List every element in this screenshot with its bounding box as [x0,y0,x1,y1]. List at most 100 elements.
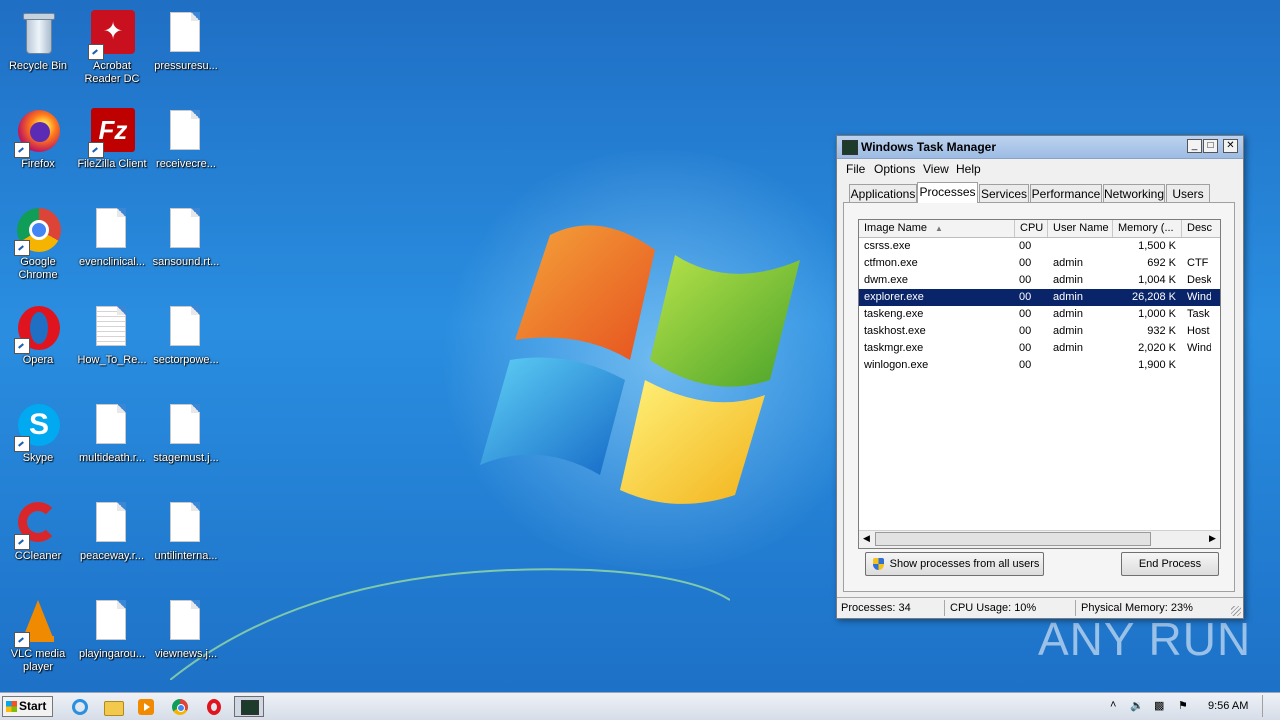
table-row[interactable]: taskhost.exe 00 admin 932 K Host [859,323,1220,340]
cell-cpu: 00 [1019,240,1032,252]
desktop-icon-label: Acrobat Reader DC [84,60,140,85]
taskbar: Start ˄ 🔉 ▩ ⚑ 9:56 AM [0,692,1280,720]
desktop-icon-viewnews[interactable]: viewnews.j... [148,594,224,686]
tab-users[interactable]: Users [1166,184,1210,202]
table-row[interactable]: winlogon.exe 00 1,900 K [859,357,1220,374]
uac-shield-icon [873,558,884,570]
resize-grip-icon[interactable] [1231,606,1241,616]
desktop-icon-label: Opera [22,354,54,366]
tray-overflow-chevron-icon[interactable]: ˄ [1110,699,1116,711]
start-button[interactable]: Start [2,696,53,717]
cell-image-name: taskeng.exe [864,308,924,320]
desktop-icon-stagemust[interactable]: stagemust.j... [148,398,224,490]
table-row[interactable]: taskeng.exe 00 admin 1,000 K Task [859,306,1220,323]
title-bar[interactable]: Windows Task Manager _ □ ✕ [837,136,1243,159]
tab-applications[interactable]: Applications [849,184,917,202]
column-header-cpu[interactable]: CPU [1015,220,1048,237]
scroll-right-arrow-icon[interactable]: ▶ [1209,533,1216,544]
desktop-icon-label: CCleaner [14,550,62,562]
close-button[interactable]: ✕ [1223,139,1238,153]
column-header-image-name[interactable]: Image Name ▲ [859,220,1015,237]
task-manager-window[interactable]: Windows Task Manager _ □ ✕ File Options … [836,135,1244,619]
media-player-icon[interactable] [134,696,158,717]
menu-help[interactable]: Help [956,162,981,176]
tab-networking[interactable]: Networking [1103,184,1165,202]
desktop-icon-how-to-re[interactable]: How_To_Re... [74,300,150,392]
scroll-left-arrow-icon[interactable]: ◀ [863,533,870,544]
status-physical-memory: Physical Memory: 23% [1081,602,1193,614]
show-desktop-button[interactable] [1262,695,1277,717]
desktop-icon-chrome[interactable]: Google Chrome [0,202,76,294]
desktop-icon-label: sectorpowe... [153,354,219,366]
cell-description: Wind [1187,291,1211,303]
table-row-selected[interactable]: explorer.exe 00 admin 26,208 K Wind [859,289,1220,306]
desktop-icon-sansound[interactable]: sansound.rt... [148,202,224,294]
status-cpu-usage: CPU Usage: 10% [946,600,1076,616]
desktop-icon-evenclinical[interactable]: evenclinical... [74,202,150,294]
document-icon [162,206,210,254]
process-list[interactable]: Image Name ▲ CPU User Name Memory (... D… [858,219,1221,549]
menu-view[interactable]: View [923,162,949,176]
tab-performance[interactable]: Performance [1030,184,1102,202]
table-row[interactable]: ctfmon.exe 00 admin 692 K CTF I [859,255,1220,272]
desktop-icon-untilinterna[interactable]: untilinterna... [148,496,224,588]
windows-flag-icon [6,701,17,712]
end-process-button[interactable]: End Process [1121,552,1219,576]
desktop-icon-label: peaceway.r... [80,550,144,562]
desktop-icon-vlc[interactable]: VLC media player [0,594,76,686]
show-all-processes-button[interactable]: Show processes from all users [865,552,1044,576]
desktop-icon-pressuresu[interactable]: pressuresu... [148,6,224,98]
menu-options[interactable]: Options [874,162,915,176]
desktop-icon-label: multideath.r... [78,452,146,464]
anyrun-watermark: ANY RUN [1038,613,1252,665]
table-row[interactable]: taskmgr.exe 00 admin 2,020 K Wind [859,340,1220,357]
scroll-thumb[interactable] [875,532,1151,546]
column-header-description[interactable]: Desc [1182,220,1220,237]
desktop-icon-receivecre[interactable]: receivecre... [148,104,224,196]
horizontal-scrollbar[interactable]: ◀ ▶ [859,530,1220,548]
desktop-icon-filezilla[interactable]: Fz FileZilla Client [74,104,150,196]
cell-image-name: dwm.exe [864,274,909,286]
tab-services[interactable]: Services [979,184,1029,202]
desktop-icon-playingarou[interactable]: playingarou... [74,594,150,686]
desktop-icon-label: VLC media player [10,648,66,673]
cell-cpu: 00 [1019,342,1032,354]
sort-ascending-icon: ▲ [935,224,943,233]
cell-image-name: winlogon.exe [864,359,929,371]
maximize-button[interactable]: □ [1203,139,1218,153]
chrome-icon[interactable] [168,696,192,717]
menu-file[interactable]: File [846,162,865,176]
column-header-user-name[interactable]: User Name [1048,220,1113,237]
internet-explorer-icon[interactable] [68,696,92,717]
minimize-button[interactable]: _ [1187,139,1202,153]
recycle-bin-icon [14,10,62,58]
cell-memory: 1,000 K [1138,308,1176,320]
explorer-folder-icon[interactable] [101,696,125,717]
desktop-icon-sectorpowe[interactable]: sectorpowe... [148,300,224,392]
start-label: Start [19,699,47,713]
desktop-icon-acrobat[interactable]: ✦ Acrobat Reader DC [74,6,150,98]
table-row[interactable]: dwm.exe 00 admin 1,004 K Desk [859,272,1220,289]
desktop-icon-ccleaner[interactable]: CCleaner [0,496,76,588]
table-row[interactable]: csrss.exe 00 1,500 K [859,238,1220,255]
desktop-icon-recycle-bin[interactable]: Recycle Bin [0,6,76,98]
desktop-icon-firefox[interactable]: Firefox [0,104,76,196]
desktop-icon-skype[interactable]: S Skype [0,398,76,490]
desktop-icon-multideath[interactable]: multideath.r... [74,398,150,490]
cell-user: admin [1053,342,1083,354]
desktop-icon-label: Firefox [21,158,55,170]
action-center-flag-icon[interactable]: ⚑ [1178,699,1188,712]
desktop-icon-peaceway[interactable]: peaceway.r... [74,496,150,588]
clock[interactable]: 9:56 AM [1208,700,1248,712]
volume-icon[interactable]: 🔉 [1130,699,1144,712]
task-manager-icon[interactable] [234,696,264,717]
desktop-icon-label: stagemust.j... [153,452,219,464]
cell-user: admin [1053,308,1083,320]
opera-icon[interactable] [202,696,226,717]
column-header-memory[interactable]: Memory (... [1113,220,1182,237]
network-icon[interactable]: ▩ [1154,699,1164,712]
cell-cpu: 00 [1019,274,1032,286]
desktop-icon-opera[interactable]: Opera [0,300,76,392]
desktop-icon-label: How_To_Re... [77,354,147,366]
tab-processes[interactable]: Processes [917,182,978,203]
